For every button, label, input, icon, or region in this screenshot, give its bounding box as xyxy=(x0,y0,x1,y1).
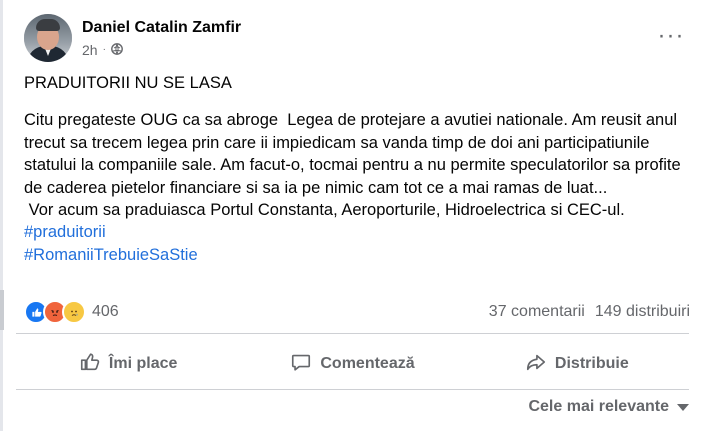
post-time[interactable]: 2h xyxy=(82,42,98,58)
author-name[interactable]: Daniel Catalin Zamfir xyxy=(82,18,241,38)
post-time-row: 2h · xyxy=(82,42,241,58)
like-button[interactable]: Îmi place xyxy=(16,343,240,385)
globe-icon[interactable] xyxy=(111,42,123,58)
divider-top xyxy=(16,333,689,334)
engagement-row: 406 37 comentarii 149 distribuiri xyxy=(24,298,690,326)
share-button[interactable]: Distribuie xyxy=(465,343,689,385)
post-meta: Daniel Catalin Zamfir 2h · xyxy=(82,18,241,58)
comment-icon xyxy=(290,351,312,378)
post-body: Citu pregateste OUG ca sa abroge Legea d… xyxy=(24,109,696,266)
comments-count[interactable]: 37 comentarii xyxy=(489,303,585,321)
dropdown-arrow-icon xyxy=(677,403,689,411)
comment-button[interactable]: Comentează xyxy=(240,343,464,385)
sad-reaction-icon xyxy=(62,300,86,324)
page-left-accent xyxy=(0,290,4,330)
post-content: PRADUITORII NU SE LASA Citu pregateste O… xyxy=(24,72,696,266)
share-icon xyxy=(525,351,547,378)
shares-count[interactable]: 149 distribuiri xyxy=(595,303,690,321)
comment-label: Comentează xyxy=(320,355,415,372)
post-actions: Îmi place Comentează Distribuie xyxy=(16,343,689,385)
sort-label: Cele mai relevante xyxy=(528,398,669,415)
author-avatar[interactable] xyxy=(24,14,72,62)
comment-sort-dropdown[interactable]: Cele mai relevante xyxy=(528,398,689,416)
hashtag-link[interactable]: #praduitorii xyxy=(24,221,696,243)
reaction-count: 406 xyxy=(92,303,119,320)
post-paragraph: Vor acum sa praduiasca Portul Constanta,… xyxy=(24,201,625,220)
share-label: Distribuie xyxy=(554,355,629,372)
post-paragraph: Citu pregateste OUG ca sa abroge Legea d… xyxy=(24,111,686,197)
reactions-summary[interactable]: 406 xyxy=(24,300,119,324)
thumbs-up-icon xyxy=(79,351,101,378)
hashtag-link[interactable]: #RomaniiTrebuieSaStie xyxy=(24,244,696,266)
page-left-border xyxy=(0,0,3,431)
more-options-button[interactable]: ··· xyxy=(653,24,689,48)
divider-bottom xyxy=(16,389,689,390)
post-header: Daniel Catalin Zamfir 2h · xyxy=(24,13,241,63)
reaction-icons xyxy=(24,300,86,324)
time-separator: · xyxy=(102,44,106,55)
like-label: Îmi place xyxy=(108,355,178,372)
post-title: PRADUITORII NU SE LASA xyxy=(24,74,232,92)
engagement-stats: 37 comentarii 149 distribuiri xyxy=(489,303,690,321)
